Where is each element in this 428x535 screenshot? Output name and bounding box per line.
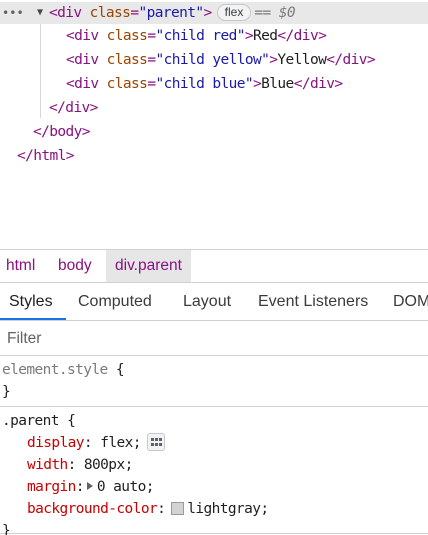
tab-computed[interactable]: Computed <box>78 283 152 320</box>
attr-name: class <box>106 52 148 68</box>
element-style-rule: element.style { } <box>0 357 428 407</box>
dom-node-div-parent[interactable]: ••• ▼ <div class="parent"> flex == $0 <box>0 2 428 24</box>
property-value[interactable]: lightgray <box>187 501 261 517</box>
more-options-icon[interactable]: ••• <box>2 2 24 24</box>
declaration-background-color[interactable]: background-color: lightgray; <box>27 498 269 520</box>
flexbox-editor-icon[interactable] <box>146 433 165 451</box>
property-name[interactable]: width <box>27 457 68 473</box>
rule-selector[interactable]: .parent <box>2 413 60 429</box>
property-name[interactable]: background-color <box>27 501 158 517</box>
tag-end: </div> <box>293 76 343 92</box>
rule-selector-line: element.style { <box>2 359 125 381</box>
attr-value: "child red" <box>155 28 245 44</box>
dom-tree: ••• ▼ <div class="parent"> flex == $0 <div… <box>0 0 428 249</box>
tag-open: <div <box>66 28 107 44</box>
selected-node-ref: == $0 <box>254 5 295 21</box>
tag-open: <div <box>66 52 107 68</box>
tag-open: <div <box>66 76 107 92</box>
property-value[interactable]: 800px <box>84 457 125 473</box>
collapse-caret-icon[interactable]: ▼ <box>37 2 43 24</box>
rule-selector-line: .parent { <box>2 410 76 432</box>
text-node: Yellow <box>277 52 327 68</box>
tab-styles[interactable]: Styles <box>9 283 53 320</box>
declaration-display[interactable]: display: flex; <box>27 432 165 454</box>
tag-close: > <box>203 5 213 21</box>
attr-name: class <box>89 5 131 21</box>
property-value[interactable]: flex <box>100 435 133 451</box>
tag-end: </div> <box>326 52 375 68</box>
dom-node-close-body[interactable]: </body> <box>33 121 91 143</box>
attr-name: class <box>106 76 148 92</box>
property-name[interactable]: margin <box>27 479 76 495</box>
breadcrumb: html body div.parent <box>0 249 428 282</box>
rule-open-brace: { <box>67 413 76 429</box>
breadcrumb-div-parent[interactable]: div.parent <box>106 250 191 282</box>
tag-end: </body> <box>33 124 91 140</box>
dom-node-close-div[interactable]: </div> <box>49 97 98 119</box>
property-name[interactable]: display <box>27 435 85 451</box>
breadcrumb-html[interactable]: html <box>6 250 35 282</box>
attr-value: "child yellow" <box>155 52 270 68</box>
tab-event-listeners[interactable]: Event Listeners <box>258 283 368 320</box>
tag-open: <div <box>49 5 90 21</box>
filter-input[interactable] <box>0 325 428 353</box>
breadcrumb-body[interactable]: body <box>58 250 92 282</box>
tag-close: > <box>253 76 262 92</box>
tag-end: </div> <box>277 28 327 44</box>
dom-node-child-red[interactable]: <div class="child red">Red</div> <box>66 25 327 47</box>
attr-name: class <box>106 28 148 44</box>
text-node: Red <box>253 28 278 44</box>
tree-indent-guide <box>40 24 41 118</box>
flex-badge[interactable]: flex <box>216 4 252 21</box>
rule-open-brace: { <box>115 362 125 378</box>
declaration-width[interactable]: width: 800px; <box>27 454 133 476</box>
declaration-margin[interactable]: margin: 0 auto; <box>27 476 154 498</box>
rule-selector[interactable]: element.style <box>2 362 108 378</box>
attr-value: "parent" <box>138 5 204 21</box>
dom-node-child-yellow[interactable]: <div class="child yellow">Yellow</div> <box>66 49 376 71</box>
attr-value: "child blue" <box>155 76 254 92</box>
tab-layout[interactable]: Layout <box>183 283 231 320</box>
expand-arrow-icon[interactable] <box>86 482 93 490</box>
parent-rule: .parent { display: flex; width: 800px; m… <box>0 408 428 535</box>
tag-close: > <box>244 28 254 44</box>
color-swatch-icon[interactable] <box>171 502 185 515</box>
tag-end: </div> <box>49 100 98 116</box>
dom-node-child-blue[interactable]: <div class="child blue">Blue</div> <box>66 73 343 95</box>
rule-close-brace: } <box>2 384 11 400</box>
dom-node-close-html[interactable]: </html> <box>17 145 75 167</box>
tab-dom-breakpoints[interactable]: DOM <box>393 283 428 320</box>
property-value[interactable]: 0 auto <box>97 479 146 495</box>
filter-bar <box>0 321 428 356</box>
text-node: Blue <box>261 76 294 92</box>
styles-panel-tabs: Styles Computed Layout Event Listeners D… <box>0 282 428 321</box>
rule-close-brace: } <box>2 523 11 535</box>
tag-end: </html> <box>17 148 75 164</box>
